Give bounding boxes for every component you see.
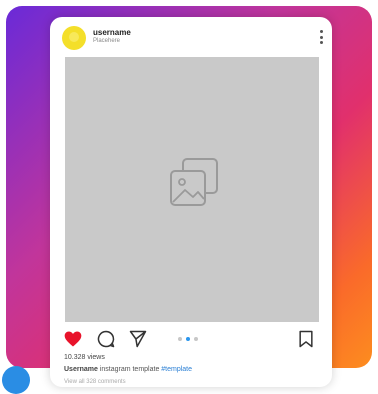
post-header: username Placehere xyxy=(50,17,332,57)
caption-hashtag[interactable]: #template xyxy=(161,366,192,373)
bookmark-icon[interactable] xyxy=(296,329,316,349)
carousel-dot xyxy=(194,337,198,341)
carousel-indicator xyxy=(178,337,198,341)
post-actions xyxy=(50,322,332,352)
corner-badge xyxy=(2,366,30,394)
post-username[interactable]: username xyxy=(93,28,131,37)
post-caption: Username instagram template #template xyxy=(64,366,192,373)
caption-username[interactable]: Username xyxy=(64,366,98,373)
comment-icon[interactable] xyxy=(96,329,116,349)
avatar[interactable] xyxy=(62,26,86,50)
heart-icon[interactable] xyxy=(63,329,83,349)
view-comments-link[interactable]: View all 328 comments xyxy=(64,379,126,385)
post-location[interactable]: Placehere xyxy=(93,38,120,44)
post-image xyxy=(65,57,319,322)
caption-text: instagram template xyxy=(97,366,162,373)
more-vertical-icon[interactable] xyxy=(319,30,323,44)
carousel-dot xyxy=(178,337,182,341)
carousel-dot-active xyxy=(186,337,190,341)
send-icon[interactable] xyxy=(128,329,148,349)
view-count[interactable]: 10.328 views xyxy=(64,354,105,361)
image-placeholder-icon xyxy=(170,158,218,206)
instagram-post-card: username Placehere 10.328 views Username… xyxy=(50,17,332,387)
